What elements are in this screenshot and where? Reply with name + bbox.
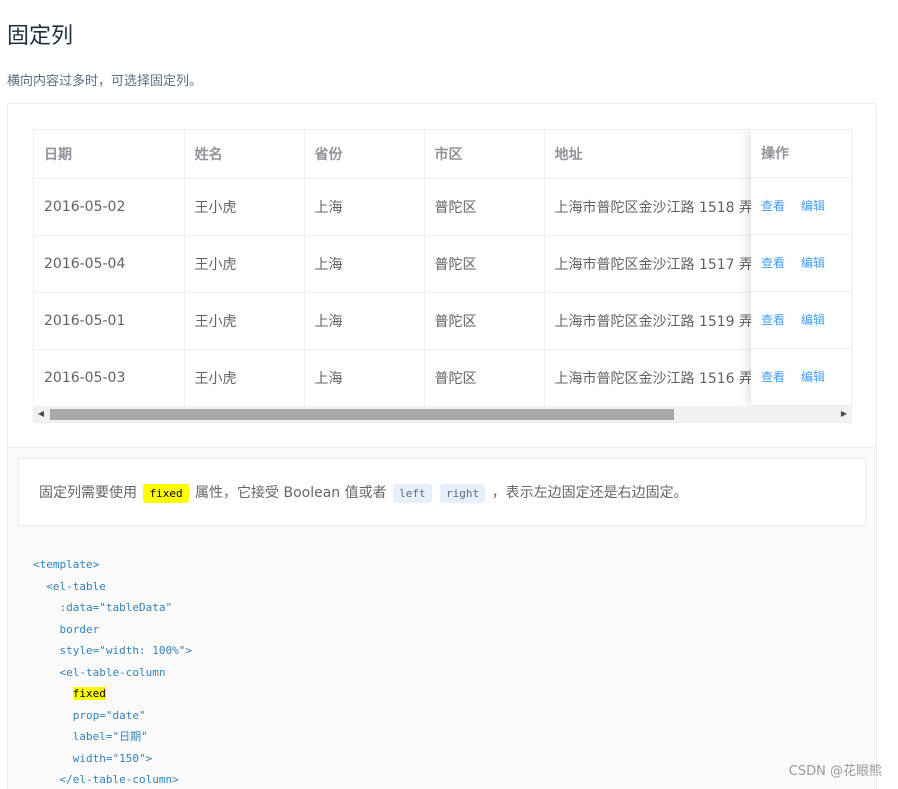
cell-city: 普陀区 (424, 178, 545, 236)
cell-province: 上海 (304, 178, 425, 236)
cell-name: 王小虎 (184, 235, 305, 293)
code-line: </el-table-column> (33, 773, 179, 786)
code-block: <template> <el-table :data="tableData" b… (33, 554, 192, 789)
view-link[interactable]: 查看 (761, 370, 785, 384)
code-line: <template> (33, 558, 100, 571)
desc-text-before: 固定列需要使用 (39, 485, 137, 501)
action-cell: 查看 编辑 (751, 349, 851, 406)
edit-link[interactable]: 编辑 (801, 256, 825, 270)
cell-province: 上海 (304, 349, 425, 407)
cell-date: 2016-05-02 (34, 178, 185, 236)
cell-name: 王小虎 (184, 292, 305, 350)
table-row: 2016-05-04 王小虎 上海 普陀区 上海市普陀区金沙江路 1517 弄 (34, 235, 845, 293)
header-date: 日期 (34, 130, 185, 179)
code-line: width="150"> (33, 751, 153, 765)
cell-province: 上海 (304, 292, 425, 350)
table-header-row: 日期 姓名 省份 市区 地址 (34, 130, 845, 179)
code-left: left (393, 484, 432, 503)
header-city: 市区 (424, 130, 545, 179)
code-line: border (33, 622, 100, 636)
edit-link[interactable]: 编辑 (801, 313, 825, 327)
horizontal-scrollbar[interactable]: ◀ ▶ (33, 406, 852, 422)
scroll-left-icon[interactable]: ◀ (33, 406, 49, 422)
desc-text-middle: 属性，它接受 Boolean 值或者 (195, 485, 387, 501)
fixed-column-table: 日期 姓名 省份 市区 地址 2016-05-02 王小虎 上海 普陀区 上海市… (33, 129, 852, 423)
table-row: 2016-05-01 王小虎 上海 普陀区 上海市普陀区金沙江路 1519 弄 (34, 292, 845, 350)
code-fixed: fixed (143, 484, 189, 503)
table-row: 2016-05-02 王小虎 上海 普陀区 上海市普陀区金沙江路 1518 弄 (34, 178, 845, 236)
cell-province: 上海 (304, 235, 425, 293)
view-link[interactable]: 查看 (761, 199, 785, 213)
code-line: style="width: 100%"> (33, 644, 192, 657)
code-right: right (440, 484, 486, 503)
edit-link[interactable]: 编辑 (801, 370, 825, 384)
action-cell: 查看 编辑 (751, 292, 851, 349)
table-row: 2016-05-03 王小虎 上海 普陀区 上海市普陀区金沙江路 1516 弄 (34, 349, 845, 407)
fixed-action-column: 操作 查看 编辑 查看 编辑 查看 编辑 查看 编辑 (751, 130, 851, 407)
cell-date: 2016-05-03 (34, 349, 185, 407)
demo-description: 固定列需要使用 fixed 属性，它接受 Boolean 值或者 left ri… (18, 458, 866, 526)
cell-date: 2016-05-01 (34, 292, 185, 350)
header-actions: 操作 (751, 130, 851, 178)
code-fixed-highlight: fixed (72, 687, 106, 700)
cell-name: 王小虎 (184, 349, 305, 407)
code-line: label="日期" (33, 730, 148, 743)
cell-city: 普陀区 (424, 292, 545, 350)
code-line-fixed: fixed (33, 683, 192, 705)
header-province: 省份 (304, 130, 425, 179)
code-line: :data="tableData" (33, 601, 173, 614)
scroll-right-icon[interactable]: ▶ (836, 406, 852, 422)
header-name: 姓名 (184, 130, 305, 179)
cell-date: 2016-05-04 (34, 235, 185, 293)
demo-block: 日期 姓名 省份 市区 地址 2016-05-02 王小虎 上海 普陀区 上海市… (7, 103, 877, 789)
code-line: <el-table-column (33, 665, 166, 679)
code-line: <el-table (33, 579, 106, 593)
view-link[interactable]: 查看 (761, 313, 785, 327)
page-title: 固定列 (7, 24, 74, 49)
demo-meta: 固定列需要使用 fixed 属性，它接受 Boolean 值或者 left ri… (8, 447, 876, 789)
code-line: prop="date" (33, 708, 146, 722)
view-link[interactable]: 查看 (761, 256, 785, 270)
table-body: 日期 姓名 省份 市区 地址 2016-05-02 王小虎 上海 普陀区 上海市… (34, 130, 845, 407)
watermark: CSDN @花眼熊 (788, 764, 882, 779)
demo-source: 日期 姓名 省份 市区 地址 2016-05-02 王小虎 上海 普陀区 上海市… (8, 104, 876, 446)
action-cell: 查看 编辑 (751, 235, 851, 292)
scrollbar-thumb[interactable] (50, 409, 674, 420)
action-cell: 查看 编辑 (751, 178, 851, 235)
edit-link[interactable]: 编辑 (801, 199, 825, 213)
cell-city: 普陀区 (424, 349, 545, 407)
cell-name: 王小虎 (184, 178, 305, 236)
page-description: 横向内容过多时，可选择固定列。 (7, 74, 203, 89)
cell-city: 普陀区 (424, 235, 545, 293)
desc-text-after: ，表示左边固定还是右边固定。 (491, 485, 688, 501)
